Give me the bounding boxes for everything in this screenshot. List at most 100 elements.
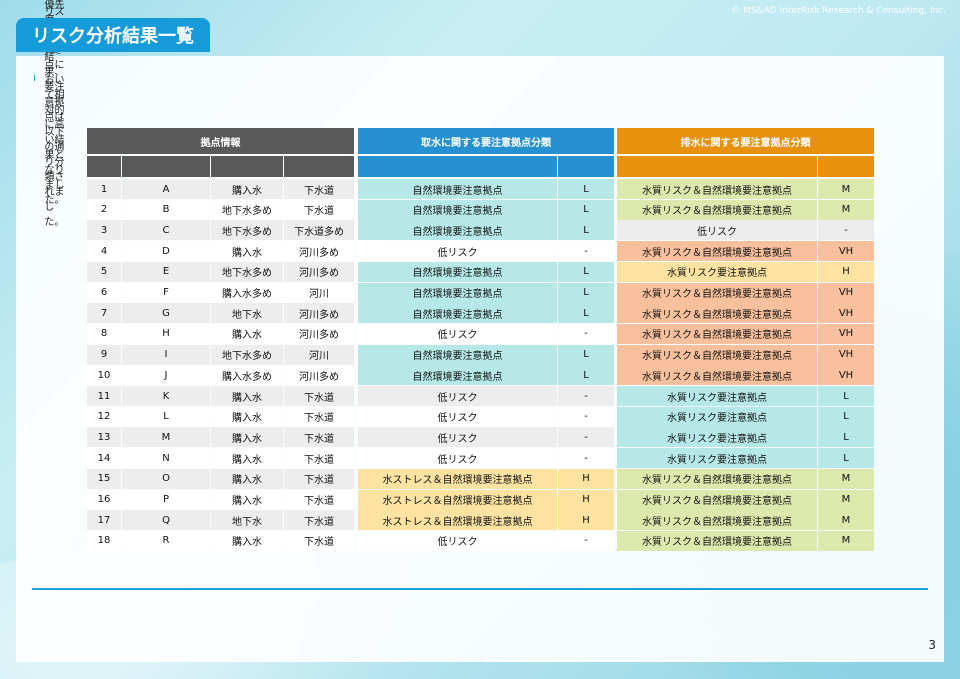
cell-ip: L [558,282,614,303]
cell-no: 12 [87,406,121,427]
cell-ip: - [558,530,614,551]
cell-dp: - [818,220,874,241]
cell-dst: 河川 [284,344,354,365]
cell-dst: 河川 [284,282,354,303]
cell-dc: 水質リスク要注意拠点 [617,448,817,469]
cell-src: 購入水多め [211,365,283,386]
cell-dc: 水質リスク＆自然環境要注意拠点 [617,365,817,386]
group-header-intake: 取水に関する要注意拠点分類 [358,128,614,154]
cell-no: 5 [87,261,121,282]
cell-dp: L [818,427,874,448]
cell-dp: M [818,468,874,489]
cell-site: O [122,468,210,489]
cell-no: 9 [87,344,121,365]
cell-no: 17 [87,510,121,531]
cell-src: 購入水 [211,489,283,510]
cell-ic: 低リスク [358,406,557,427]
cell-ip: H [558,468,614,489]
cell-src: 購入水 [211,468,283,489]
slide-page: © MS&AD InterRisk Research & Consulting,… [0,0,960,679]
cell-site: Q [122,510,210,531]
cell-no: 16 [87,489,121,510]
cell-dp: H [818,261,874,282]
cell-ic: 自然環境要注意拠点 [358,365,557,386]
cell-no: 14 [87,448,121,469]
cell-no: 11 [87,386,121,406]
table-row: 17 Q 地下水 下水道 水ストレス＆自然環境要注意拠点 H 水質リスク＆自然環境要注意拠点… [87,510,874,531]
cell-no: 4 [87,241,121,262]
cell-dp: VH [818,323,874,344]
cell-dc: 水質リスク＆自然環境要注意拠点 [617,282,817,303]
cell-dst: 下水道 [284,427,354,448]
cell-dp: VH [818,303,874,324]
cell-dc: 水質リスク要注意拠点 [617,261,817,282]
cell-dp: L [818,406,874,427]
cell-dp: L [818,448,874,469]
cell-dst: 下水道 [284,489,354,510]
cell-no: 13 [87,427,121,448]
cell-src: 購入水 [211,386,283,406]
table-row: 13 M 購入水 下水道 低リスク - 水質リスク要注意拠点 L [87,427,874,448]
cell-dc: 水質リスク＆自然環境要注意拠点 [617,323,817,344]
cell-dst: 河川多め [284,365,354,386]
cell-ip: H [558,489,614,510]
cell-dc: 水質リスク＆自然環境要注意拠点 [617,344,817,365]
cell-ic: 低リスク [358,530,557,551]
cell-dc: 水質リスク＆自然環境要注意拠点 [617,179,817,199]
cell-site: C [122,220,210,241]
cell-dc: 水質リスク＆自然環境要注意拠点 [617,468,817,489]
cell-no: 18 [87,530,121,551]
cell-dc: 水質リスク要注意拠点 [617,406,817,427]
cell-ip: L [558,261,614,282]
cell-no: 10 [87,365,121,386]
cell-dst: 河川多め [284,241,354,262]
cell-ip: - [558,386,614,406]
column-header-no [87,156,121,177]
bullet-item: 総合的な対応優先度は、7拠点において相対的に高い結果となりました。 [34,0,70,206]
cell-ic: 自然環境要注意拠点 [358,344,557,365]
table-row: 2 B 地下水多め 下水道 自然環境要注意拠点 L 水質リスク＆自然環境要注意拠点 M [87,199,874,220]
cell-no: 1 [87,179,121,199]
cell-dst: 下水道 [284,510,354,531]
cell-src: 地下水多め [211,261,283,282]
table-row: 18 R 購入水 下水道 低リスク - 水質リスク＆自然環境要注意拠点 M [87,530,874,551]
cell-dst: 下水道 [284,386,354,406]
cell-ic: 自然環境要注意拠点 [358,179,557,199]
cell-site: M [122,427,210,448]
cell-ic: 低リスク [358,241,557,262]
table-row: 5 E 地下水多め 河川多め 自然環境要注意拠点 L 水質リスク要注意拠点 H [87,261,874,282]
column-header-ip [558,156,614,177]
table-row: 10 J 購入水多め 河川多め 自然環境要注意拠点 L 水質リスク＆自然環境要注意拠点 VH [87,365,874,386]
table-row: 14 N 購入水 下水道 低リスク - 水質リスク要注意拠点 L [87,448,874,469]
cell-dp: M [818,530,874,551]
cell-src: 地下水多め [211,199,283,220]
cell-dc: 水質リスク＆自然環境要注意拠点 [617,241,817,262]
table-row: 11 K 購入水 下水道 低リスク - 水質リスク要注意拠点 L [87,386,874,406]
cell-dc: 水質リスク＆自然環境要注意拠点 [617,530,817,551]
cell-src: 購入水多め [211,282,283,303]
cell-site: K [122,386,210,406]
cell-ic: 自然環境要注意拠点 [358,303,557,324]
cell-site: I [122,344,210,365]
cell-src: 購入水 [211,448,283,469]
cell-no: 8 [87,323,121,344]
cell-dp: M [818,489,874,510]
cell-ip: - [558,448,614,469]
table-row: 1 A 購入水 下水道 自然環境要注意拠点 L 水質リスク＆自然環境要注意拠点 M [87,179,874,199]
cell-site: N [122,448,210,469]
cell-src: 地下水多め [211,344,283,365]
cell-ip: H [558,510,614,531]
cell-ip: - [558,427,614,448]
cell-dc: 水質リスク＆自然環境要注意拠点 [617,199,817,220]
cell-ip: - [558,406,614,427]
cell-no: 3 [87,220,121,241]
table-row: 6 F 購入水多め 河川 自然環境要注意拠点 L 水質リスク＆自然環境要注意拠点 VH [87,282,874,303]
cell-ip: L [558,344,614,365]
cell-site: H [122,323,210,344]
table-row: 3 C 地下水多め 下水道多め 自然環境要注意拠点 L 低リスク - [87,220,874,241]
cell-src: 地下水 [211,303,283,324]
cell-dc: 水質リスク要注意拠点 [617,427,817,448]
page-number: 3 [928,638,936,652]
table-row: 16 P 購入水 下水道 水ストレス＆自然環境要注意拠点 H 水質リスク＆自然環境要注意拠点… [87,489,874,510]
cell-dc: 水質リスク要注意拠点 [617,386,817,406]
